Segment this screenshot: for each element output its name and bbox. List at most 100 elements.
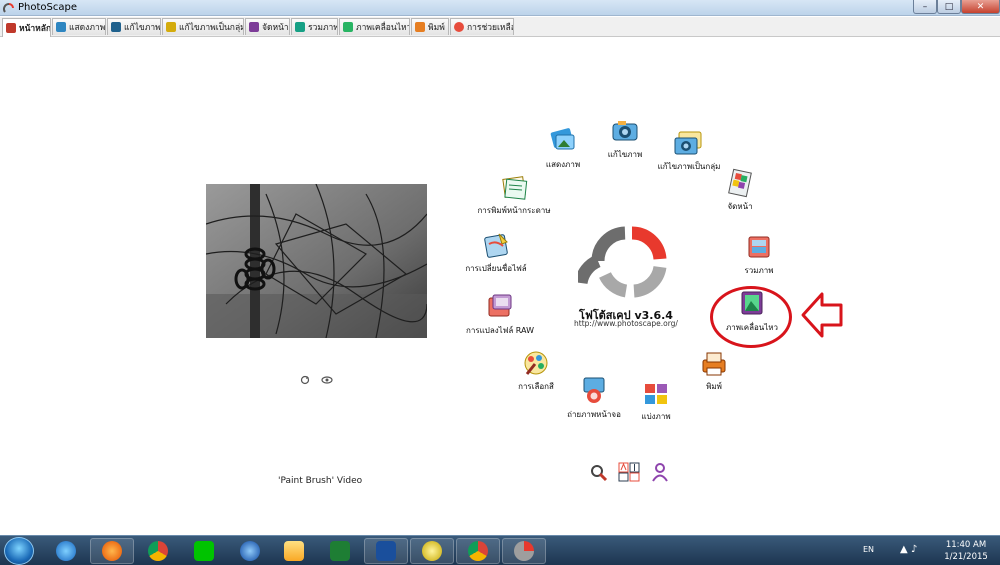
menu-raw-converter[interactable]: การแปลงไฟล์ RAW — [462, 292, 538, 337]
raw-converter-icon — [488, 294, 512, 317]
maximize-button[interactable]: □ — [937, 0, 961, 14]
start-button[interactable] — [4, 537, 34, 565]
google-earth-icon — [240, 541, 260, 561]
tab-help[interactable]: การช่วยเหลือ — [450, 18, 514, 35]
menu-rename[interactable]: การเปลี่ยนชื่อไฟล์ — [458, 230, 534, 275]
tab-home[interactable]: หน้าหลัก — [2, 18, 51, 37]
clock-time: 11:40 AM — [945, 540, 987, 550]
combine-icon — [295, 22, 305, 32]
firefox-icon — [102, 541, 122, 561]
menu-label: พิมพ์ — [706, 382, 722, 391]
photoscape-icon — [3, 3, 14, 13]
photo-nav — [300, 375, 336, 388]
tab-label: แก้ไขภาพ — [124, 23, 161, 33]
menu-print[interactable]: พิมพ์ — [694, 350, 734, 393]
ie-icon — [56, 541, 76, 561]
taskbar-firefox[interactable] — [90, 538, 134, 564]
taskbar-excel[interactable] — [318, 538, 362, 564]
taskbar-disc[interactable] — [410, 538, 454, 564]
tab-editor[interactable]: แก้ไขภาพ — [107, 18, 161, 35]
featured-photo — [206, 184, 427, 338]
tab-label: จัดหน้า — [262, 23, 289, 33]
menu-color-picker[interactable]: การเลือกสี — [512, 348, 560, 393]
menu-label: การพิมพ์หน้ากระดาษ — [477, 206, 551, 215]
page-icon — [249, 22, 259, 32]
menu-label: จัดหน้า — [727, 202, 753, 211]
rename-icon — [484, 233, 508, 258]
menu-combine[interactable]: รวมภาพ — [738, 234, 780, 277]
batch-editor-icon — [674, 131, 702, 155]
taskbar-google-earth[interactable] — [228, 538, 272, 564]
menu-screen-capture[interactable]: ถ่ายภาพหน้าจอ — [562, 374, 626, 421]
user-icon[interactable] — [650, 462, 670, 482]
refresh-icon[interactable] — [300, 375, 310, 385]
line-icon — [194, 541, 214, 561]
menu-batch-editor[interactable]: แก้ไขภาพเป็นกลุ่ม — [654, 128, 724, 173]
volume-icon[interactable]: ♪ — [911, 544, 917, 555]
color-picker-icon — [524, 351, 548, 375]
taskbar-ie[interactable] — [44, 538, 88, 564]
viewer-icon — [550, 128, 575, 150]
menu-label: แก้ไขภาพเป็นกลุ่ม — [657, 162, 721, 171]
menu-label: รวมภาพ — [744, 266, 774, 275]
menu-splitter[interactable]: แบ่งภาพ — [634, 380, 678, 423]
splitter-icon — [645, 384, 667, 404]
language-indicator[interactable]: EN — [863, 545, 874, 554]
taskbar-photoscape[interactable] — [502, 538, 546, 564]
tab-batch-editor[interactable]: แก้ไขภาพเป็นกลุ่ม — [162, 18, 244, 35]
tab-combine[interactable]: รวมภาพ — [291, 18, 338, 35]
help-icon — [454, 22, 464, 32]
tab-animated-gif[interactable]: ภาพเคลื่อนไหว — [339, 18, 410, 35]
print-icon — [415, 22, 425, 32]
paint-brush-video-link[interactable]: 'Paint Brush' Video — [278, 476, 362, 486]
taskbar-chrome-2[interactable] — [456, 538, 500, 564]
home-icon — [6, 23, 16, 33]
menu-label: แก้ไขภาพ — [607, 150, 643, 159]
view-icon[interactable] — [321, 376, 333, 384]
tab-label: รวมภาพ — [308, 23, 338, 33]
close-button[interactable]: ✕ — [961, 0, 1000, 14]
taskbar-chrome[interactable] — [136, 538, 180, 564]
app-website-link[interactable]: http://www.photoscape.org/ — [566, 319, 686, 328]
combine-icon — [748, 236, 770, 258]
title-bar: PhotoScape – □ ✕ — [0, 0, 1000, 16]
taskbar-word[interactable] — [364, 538, 408, 564]
tab-label: ภาพเคลื่อนไหว — [356, 23, 410, 33]
arrow-left-icon — [801, 292, 843, 338]
menu-label: การเลือกสี — [518, 382, 554, 391]
chrome-icon — [468, 541, 488, 561]
system-tray: ▲ ♪ — [900, 544, 917, 555]
menu-page[interactable]: จัดหน้า — [720, 168, 760, 213]
tab-label: แก้ไขภาพเป็นกลุ่ม — [179, 23, 244, 33]
clock-date: 1/21/2015 — [944, 552, 988, 562]
bottom-toolbar — [588, 462, 670, 482]
settings-icon[interactable] — [588, 462, 608, 482]
photoscape-icon — [514, 541, 534, 561]
menu-editor[interactable]: แก้ไขภาพ — [600, 116, 650, 161]
page-icon — [728, 168, 752, 198]
photoscape-logo — [578, 226, 667, 298]
language-icon[interactable] — [618, 462, 640, 482]
tab-bar: หน้าหลัก แสดงภาพ แก้ไขภาพ แก้ไขภาพเป็นกล… — [0, 17, 1000, 37]
tab-viewer[interactable]: แสดงภาพ — [52, 18, 106, 35]
tab-label: การช่วยเหลือ — [467, 23, 514, 33]
system-clock[interactable]: 11:40 AM 1/21/2015 — [935, 539, 997, 563]
menu-paper-print[interactable]: การพิมพ์หน้ากระดาษ — [476, 172, 552, 217]
paper-print-icon — [502, 176, 528, 200]
viewer-icon — [56, 22, 66, 32]
minimize-button[interactable]: – — [913, 0, 937, 14]
tab-page[interactable]: จัดหน้า — [245, 18, 290, 35]
tab-label: แสดงภาพ — [69, 23, 106, 33]
tab-print[interactable]: พิมพ์ — [411, 18, 449, 35]
tab-label: หน้าหลัก — [19, 24, 51, 34]
tab-label: พิมพ์ — [428, 23, 445, 33]
network-icon[interactable]: ▲ — [900, 544, 908, 555]
excel-icon — [330, 541, 350, 561]
menu-label: ถ่ายภาพหน้าจอ — [567, 410, 621, 419]
taskbar-explorer[interactable] — [272, 538, 316, 564]
taskbar-line[interactable] — [182, 538, 226, 564]
menu-label: แบ่งภาพ — [641, 412, 671, 421]
menu-viewer[interactable]: แสดงภาพ — [536, 126, 590, 171]
editor-icon — [612, 121, 638, 141]
print-icon — [702, 352, 726, 376]
